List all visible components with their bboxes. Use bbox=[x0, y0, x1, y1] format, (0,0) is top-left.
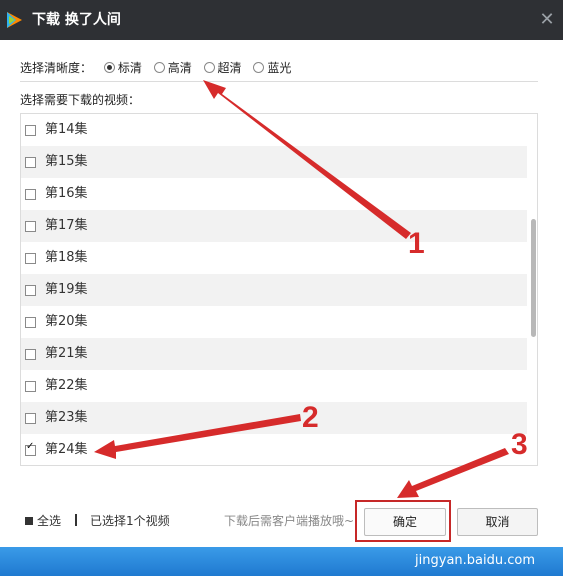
annotation-arrows bbox=[94, 80, 509, 498]
annotation-number-2: 2 bbox=[302, 401, 319, 434]
arrow-1 bbox=[203, 80, 411, 239]
watermark: jingyan.baidu.com bbox=[415, 553, 535, 568]
arrow-2 bbox=[94, 414, 301, 459]
annotation-number-3: 3 bbox=[511, 428, 528, 461]
arrow-3 bbox=[397, 448, 509, 498]
annotation-number-1: 1 bbox=[408, 227, 425, 260]
